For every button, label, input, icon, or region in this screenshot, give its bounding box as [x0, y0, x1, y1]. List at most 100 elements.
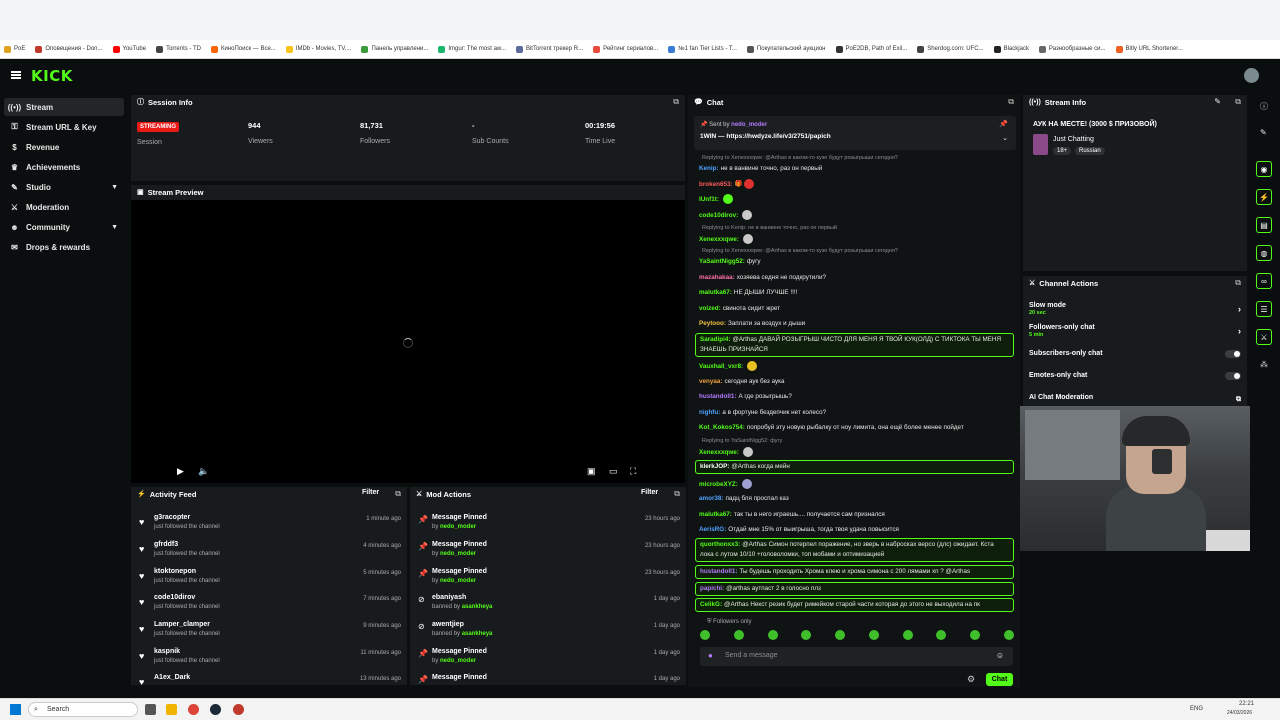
- bookmark-item[interactable]: №1 fan Tier Lists - T...: [668, 45, 737, 53]
- filter-button[interactable]: Filter: [641, 489, 658, 496]
- chat-username[interactable]: papichi:: [700, 585, 724, 592]
- bookmark-item[interactable]: Blackjack: [993, 45, 1029, 53]
- chat-message[interactable]: amor38: падц бля проспал каз: [699, 494, 1015, 504]
- chat-message[interactable]: mazahakaa: хозяева седня не подкрутили?: [699, 273, 1015, 283]
- link-icon[interactable]: ∞: [1256, 273, 1272, 289]
- chat-username[interactable]: hustandoll1:: [699, 393, 736, 400]
- kick-logo[interactable]: KICK: [31, 67, 73, 85]
- list-item[interactable]: ♥ code10dirov just followed the channel 7 m…: [131, 593, 407, 619]
- popout-icon[interactable]: ⧉: [673, 97, 679, 107]
- chat-message[interactable]: code10dirov:: [699, 210, 1015, 221]
- apps-icon[interactable]: ⁂: [1260, 360, 1268, 369]
- chat-username[interactable]: hustandoll1:: [700, 568, 737, 575]
- chat-username[interactable]: Kenip:: [699, 165, 719, 172]
- slow-mode-row[interactable]: Slow mode 20 sec ›: [1029, 302, 1243, 316]
- volume-icon[interactable]: 🔈: [198, 466, 209, 477]
- chat-username[interactable]: Saradipi4:: [700, 336, 730, 343]
- mic-icon[interactable]: ●: [708, 651, 713, 660]
- subscribers-only-row[interactable]: Subscribers-only chat: [1029, 350, 1243, 360]
- list-item[interactable]: ♥ g3racopter just followed the channel 1 mi…: [131, 513, 407, 539]
- popout-icon[interactable]: ⧉: [395, 489, 401, 499]
- bookmark-item[interactable]: Bitly URL Shortener...: [1115, 45, 1183, 53]
- category-name[interactable]: Just Chatting: [1053, 136, 1094, 143]
- file-explorer-icon[interactable]: [166, 704, 177, 715]
- list-item[interactable]: 📌 Message Pinned by nedo_moder 1 day ago: [410, 647, 686, 673]
- bookmark-item[interactable]: PoE2DB, Path of Exil...: [835, 45, 907, 53]
- edit-icon[interactable]: ✎: [1214, 97, 1221, 106]
- emote[interactable]: [1003, 630, 1014, 640]
- sword-icon[interactable]: ⚔: [1256, 329, 1272, 345]
- chat-username[interactable]: Peytooo:: [699, 320, 726, 327]
- info-icon[interactable]: ⓘ: [1260, 101, 1268, 112]
- edit-icon[interactable]: ✎: [1260, 128, 1267, 137]
- chat-username[interactable]: Vauxhall_vxr8:: [699, 363, 743, 370]
- list-icon[interactable]: ☰: [1256, 301, 1272, 317]
- chrome-icon[interactable]: [188, 704, 199, 715]
- list-item[interactable]: 📌 Message Pinned by nedo_moder 23 hours ago: [410, 513, 686, 539]
- sidebar-item-achievements[interactable]: ♛ Achievements: [4, 158, 124, 176]
- ai-moderation-row[interactable]: AI Chat Moderation ⧉: [1029, 394, 1243, 404]
- document-icon[interactable]: ▤: [1256, 217, 1272, 233]
- settings-icon[interactable]: ⚙: [967, 674, 975, 685]
- bookmark-item[interactable]: Оповещения - Don...: [35, 45, 103, 53]
- popout-icon[interactable]: ⧉: [1235, 278, 1241, 288]
- app-icon[interactable]: [233, 704, 244, 715]
- chat-username[interactable]: malutka67:: [699, 289, 732, 296]
- chat-message[interactable]: AerisRG: Отдай мне 15% от выигрыша, тогда…: [699, 525, 1015, 535]
- chat-message[interactable]: Xenexxxqwe:: [699, 447, 1015, 458]
- emote[interactable]: [700, 630, 710, 640]
- emotes-only-toggle[interactable]: [1225, 372, 1241, 380]
- chat-message[interactable]: hustandoll1: А где розыгрышь?: [699, 392, 1015, 402]
- steam-icon[interactable]: [210, 704, 221, 715]
- emote[interactable]: [902, 630, 913, 640]
- list-item[interactable]: ♥ gfrddf3 just followed the channel 4 minut…: [131, 540, 407, 566]
- sidebar-item-community[interactable]: ☻ Community ▼: [4, 218, 124, 236]
- list-item[interactable]: ⊘ ebaniyash banned by asankheya 1 day ago: [410, 593, 686, 619]
- category-thumbnail[interactable]: [1033, 134, 1048, 155]
- chat-message[interactable]: broken653: 🎁: [699, 179, 1015, 190]
- emoji-icon[interactable]: ☺: [996, 651, 1004, 660]
- emote[interactable]: [835, 630, 846, 640]
- menu-icon[interactable]: [11, 71, 21, 79]
- camera-icon[interactable]: ◉: [1256, 161, 1272, 177]
- chat-message[interactable]: Saradipi4: @Arthas ДАВАЙ РОЗЫГРЫШ ЧИСТО Д…: [695, 333, 1014, 357]
- sidebar-item-drops-rewards[interactable]: ✉ Drops & rewards: [4, 238, 124, 256]
- chat-username[interactable]: AerisRG:: [699, 526, 726, 533]
- pip-icon[interactable]: ▣: [587, 466, 596, 477]
- filter-button[interactable]: Filter: [362, 489, 379, 496]
- popout-icon[interactable]: ⧉: [1008, 97, 1014, 107]
- subscribers-only-toggle[interactable]: [1225, 350, 1241, 358]
- popout-icon[interactable]: ⧉: [1235, 97, 1241, 107]
- send-chat-button[interactable]: Chat: [986, 673, 1013, 686]
- chat-message[interactable]: nighfu: а в фортуне бездепчик нет колесо?: [699, 408, 1015, 418]
- chat-username[interactable]: klerkJOP:: [700, 463, 729, 470]
- chat-username[interactable]: venyaa:: [699, 378, 722, 385]
- chat-message[interactable]: microbeXYZ:: [699, 479, 1015, 490]
- chat-input[interactable]: ● Send a message ☺: [700, 647, 1013, 666]
- chat-message[interactable]: Peytooo: Заплати за воздух и дыши: [699, 319, 1015, 329]
- list-item[interactable]: 📌 Message Pinned by nedo_moder 23 hours ago: [410, 540, 686, 566]
- bookmark-item[interactable]: BitTorrent трекер R...: [515, 45, 583, 53]
- avatar[interactable]: [1244, 68, 1259, 83]
- play-icon[interactable]: ▶: [177, 466, 184, 477]
- chat-username[interactable]: code10dirov:: [699, 212, 738, 219]
- windows-start-icon[interactable]: [10, 704, 21, 715]
- chat-username[interactable]: Kot_Kokos754:: [699, 424, 745, 431]
- list-item[interactable]: 📌 Message Pinned 1 day ago: [410, 673, 686, 685]
- emote[interactable]: [733, 630, 744, 640]
- pinned-text[interactable]: 1WIN — https://hwdyze.life/v3/2751/papic…: [700, 133, 831, 140]
- chat-message[interactable]: lUnf1t:: [699, 194, 1015, 205]
- bookmark-item[interactable]: Разнообразные си...: [1038, 45, 1106, 53]
- sidebar-item-stream-url-key[interactable]: ⚿ Stream URL & Key: [4, 118, 124, 136]
- sidebar-item-studio[interactable]: ✎ Studio ▼: [4, 178, 124, 196]
- chat-message[interactable]: malutka67: НЕ ДЫШИ ЛУЧШЕ !!!!: [699, 288, 1015, 298]
- chat-username[interactable]: mazahakaa:: [699, 274, 735, 281]
- lightning-icon[interactable]: ⚡: [1256, 189, 1272, 205]
- chat-username[interactable]: amor38:: [699, 495, 724, 502]
- pinned-message[interactable]: 📌 Sent by nedo_moder 1WIN — https://hwdy…: [694, 116, 1016, 150]
- chat-username[interactable]: microbeXYZ:: [699, 481, 738, 488]
- chat-message[interactable]: Kenip: не в ванвине точно, раз он первый: [699, 164, 1015, 174]
- followers-only-row[interactable]: Followers-only chat 5 min ›: [1029, 324, 1243, 338]
- list-item[interactable]: ⊘ awentjiep banned by asankheya 1 day ago: [410, 620, 686, 646]
- chat-username[interactable]: quorthonxx3:: [700, 541, 740, 548]
